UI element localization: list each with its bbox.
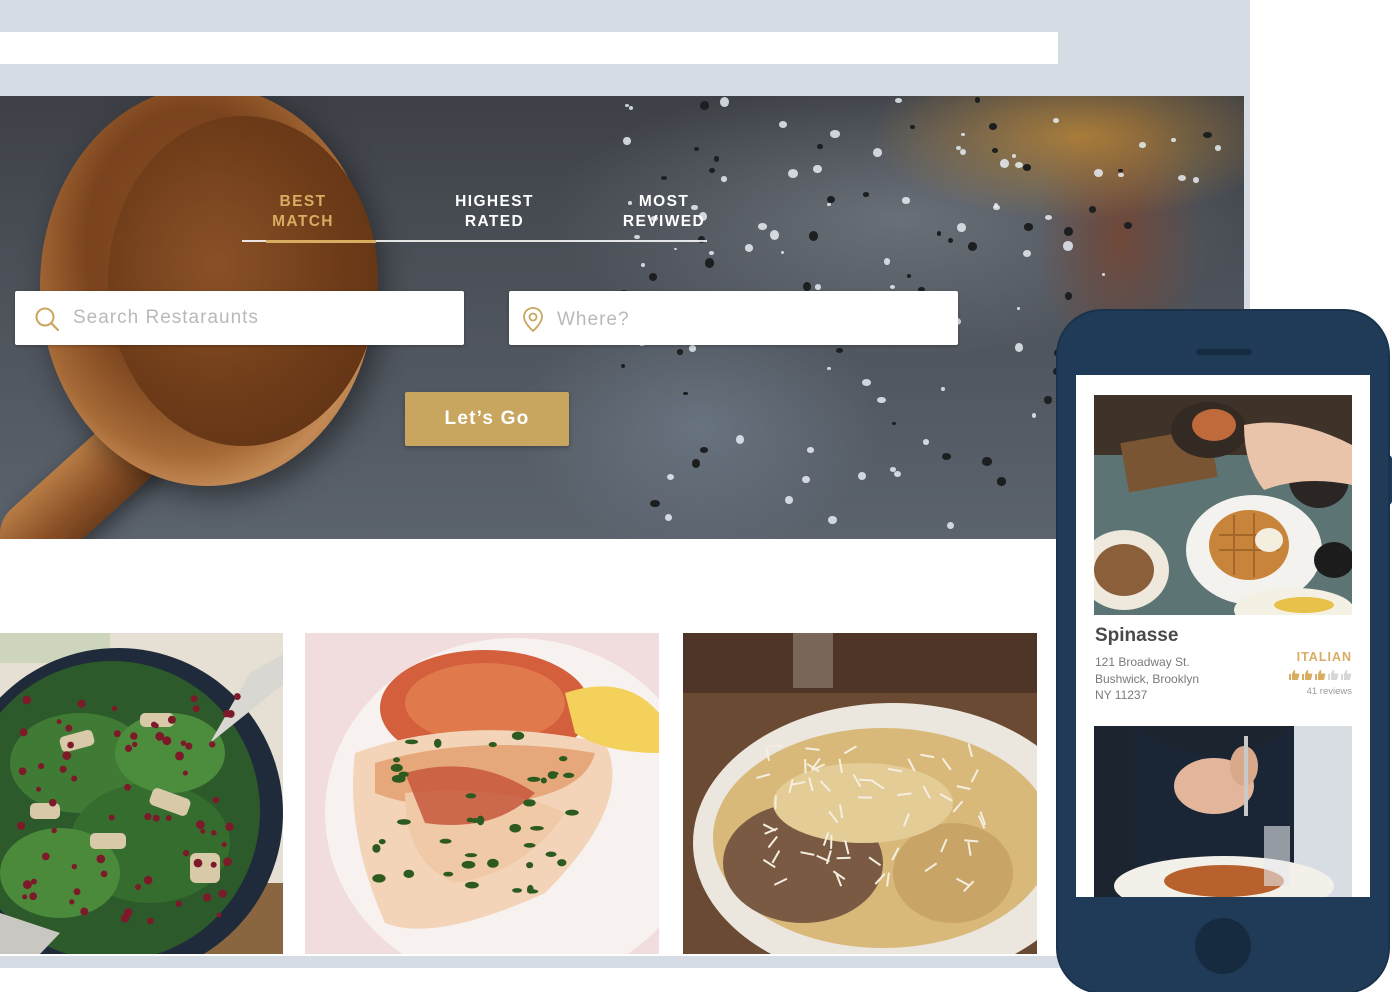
tab-label-line: REVIWED xyxy=(622,213,706,230)
tab-label-line: BEST xyxy=(279,193,327,210)
restaurant-search-field[interactable] xyxy=(15,291,464,345)
where-input[interactable] xyxy=(557,307,946,333)
address-bar[interactable] xyxy=(0,32,1058,64)
pasta-photo xyxy=(683,633,1037,954)
food-card-pasta[interactable] xyxy=(683,633,1037,954)
tab-label-line: HIGHEST xyxy=(455,193,534,210)
address-line: NY 11237 xyxy=(1095,688,1148,702)
restaurant-address: 121 Broadway St. Bushwick, Brooklyn NY 1… xyxy=(1095,654,1255,704)
dining-photo xyxy=(1094,726,1352,897)
search-input[interactable] xyxy=(73,305,452,331)
location-pin-icon xyxy=(523,307,543,333)
sort-tabs: BEST MATCH HIGHEST RATED MOST REVIWED xyxy=(242,192,707,243)
tab-highest-rated[interactable]: HIGHEST RATED xyxy=(447,192,542,232)
fish-photo xyxy=(305,633,659,954)
lets-go-button[interactable]: Let’s Go xyxy=(405,392,569,446)
address-line: 121 Broadway St. xyxy=(1095,655,1190,669)
food-card-fish[interactable] xyxy=(305,633,659,954)
phone-mockup: Spinasse 121 Broadway St. Bushwick, Broo… xyxy=(1058,311,1388,992)
restaurant-name[interactable]: Spinasse xyxy=(1095,625,1178,647)
tab-label-line: MOST xyxy=(638,193,690,210)
listing-card-photo[interactable] xyxy=(1094,395,1352,615)
search-icon xyxy=(35,307,60,332)
tab-label-line: RATED xyxy=(464,213,525,230)
thumbs-up-icon xyxy=(1341,670,1352,680)
thumbs-up-icon xyxy=(1315,670,1326,680)
phone-home-button[interactable] xyxy=(1195,918,1251,974)
brunch-photo xyxy=(1094,395,1352,615)
location-search-field[interactable] xyxy=(509,291,958,345)
review-count[interactable]: 41 reviews xyxy=(1307,686,1352,697)
thumbs-up-icon xyxy=(1302,670,1313,680)
tab-label-line: MATCH xyxy=(272,213,334,230)
rating-thumbs xyxy=(1288,669,1352,683)
active-tab-underline xyxy=(266,240,376,243)
cuisine-tag: ITALIAN xyxy=(1296,650,1352,664)
address-line: Bushwick, Brooklyn xyxy=(1095,671,1200,686)
phone-screen: Spinasse 121 Broadway St. Bushwick, Broo… xyxy=(1076,375,1370,897)
thumbs-up-icon xyxy=(1289,670,1300,680)
thumbs-up-icon xyxy=(1328,670,1339,680)
tab-best-match[interactable]: BEST MATCH xyxy=(262,192,344,240)
food-card-salad[interactable] xyxy=(0,633,283,954)
listing-card-photo[interactable] xyxy=(1094,726,1352,897)
salad-photo xyxy=(0,633,283,954)
phone-speaker xyxy=(1196,349,1252,355)
tab-most-reviewed[interactable]: MOST REVIWED xyxy=(614,192,714,232)
